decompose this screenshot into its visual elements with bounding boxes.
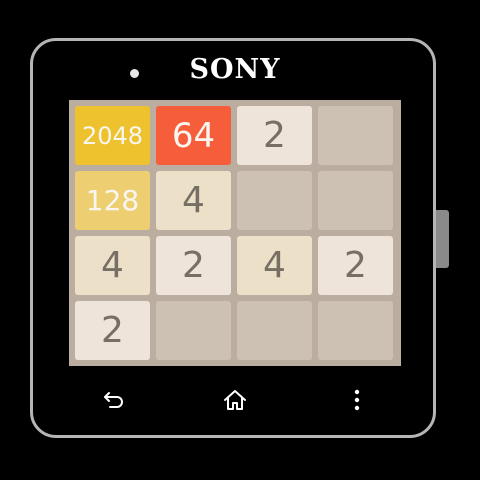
tile-value: 2 [344, 245, 367, 286]
home-icon [224, 390, 246, 410]
tile-value: 4 [182, 180, 205, 221]
side-power-button[interactable] [436, 210, 449, 268]
empty-cell [318, 106, 393, 165]
tile-2: 2 [237, 106, 312, 165]
tile-value: 2 [101, 310, 124, 351]
game-board[interactable]: 2048 64 2 128 4 4 2 4 2 2 [69, 100, 401, 366]
home-button[interactable] [215, 384, 255, 416]
tile-value: 128 [85, 184, 140, 217]
light-sensor-dot [130, 69, 139, 78]
tile-2: 2 [75, 301, 150, 360]
tile-2: 2 [156, 236, 231, 295]
back-arrow-icon [104, 392, 123, 408]
tile-128: 128 [75, 171, 150, 230]
tile-4: 4 [156, 171, 231, 230]
back-button[interactable] [95, 384, 135, 416]
tile-4: 4 [237, 236, 312, 295]
tile-2: 2 [318, 236, 393, 295]
navigation-bar [69, 376, 401, 424]
tile-value: 2 [182, 245, 205, 286]
empty-cell [237, 301, 312, 360]
empty-cell [318, 301, 393, 360]
tile-value: 2 [263, 115, 286, 156]
tile-value: 4 [263, 245, 286, 286]
empty-cell [156, 301, 231, 360]
empty-cell [237, 171, 312, 230]
screen: SONY 2048 64 2 128 4 4 2 4 2 2 [0, 0, 480, 480]
tile-value: 4 [101, 245, 124, 286]
tile-4: 4 [75, 236, 150, 295]
menu-button[interactable] [337, 384, 377, 416]
tile-value: 2048 [81, 121, 144, 150]
overflow-menu-icon [354, 389, 360, 411]
tile-64: 64 [156, 106, 231, 165]
empty-cell [318, 171, 393, 230]
tile-value: 64 [171, 115, 216, 156]
tile-2048: 2048 [75, 106, 150, 165]
brand-logo: SONY [189, 54, 281, 85]
